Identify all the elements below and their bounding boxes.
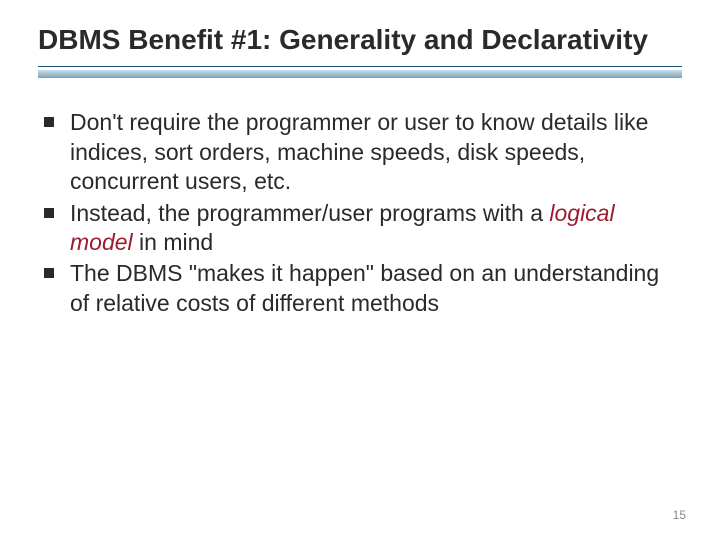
square-bullet-icon [44, 268, 54, 278]
bullet-list: Don't require the programmer or user to … [38, 108, 682, 318]
bullet-text-pre: Instead, the programmer/user programs wi… [70, 200, 549, 226]
list-item: Don't require the programmer or user to … [40, 108, 682, 196]
list-item: The DBMS "makes it happen" based on an u… [40, 259, 682, 318]
slide: DBMS Benefit #1: Generality and Declarat… [0, 0, 720, 540]
square-bullet-icon [44, 208, 54, 218]
title-underline [38, 66, 682, 80]
list-item: Instead, the programmer/user programs wi… [40, 199, 682, 258]
page-number: 15 [673, 508, 686, 522]
bullet-text: Don't require the programmer or user to … [70, 108, 682, 196]
square-bullet-icon [44, 117, 54, 127]
underline-thin [38, 66, 682, 67]
bullet-text: Instead, the programmer/user programs wi… [70, 199, 682, 258]
slide-title: DBMS Benefit #1: Generality and Declarat… [38, 24, 682, 56]
bullet-text-post: in mind [133, 229, 214, 255]
underline-thick [38, 70, 682, 78]
bullet-text: The DBMS "makes it happen" based on an u… [70, 259, 682, 318]
